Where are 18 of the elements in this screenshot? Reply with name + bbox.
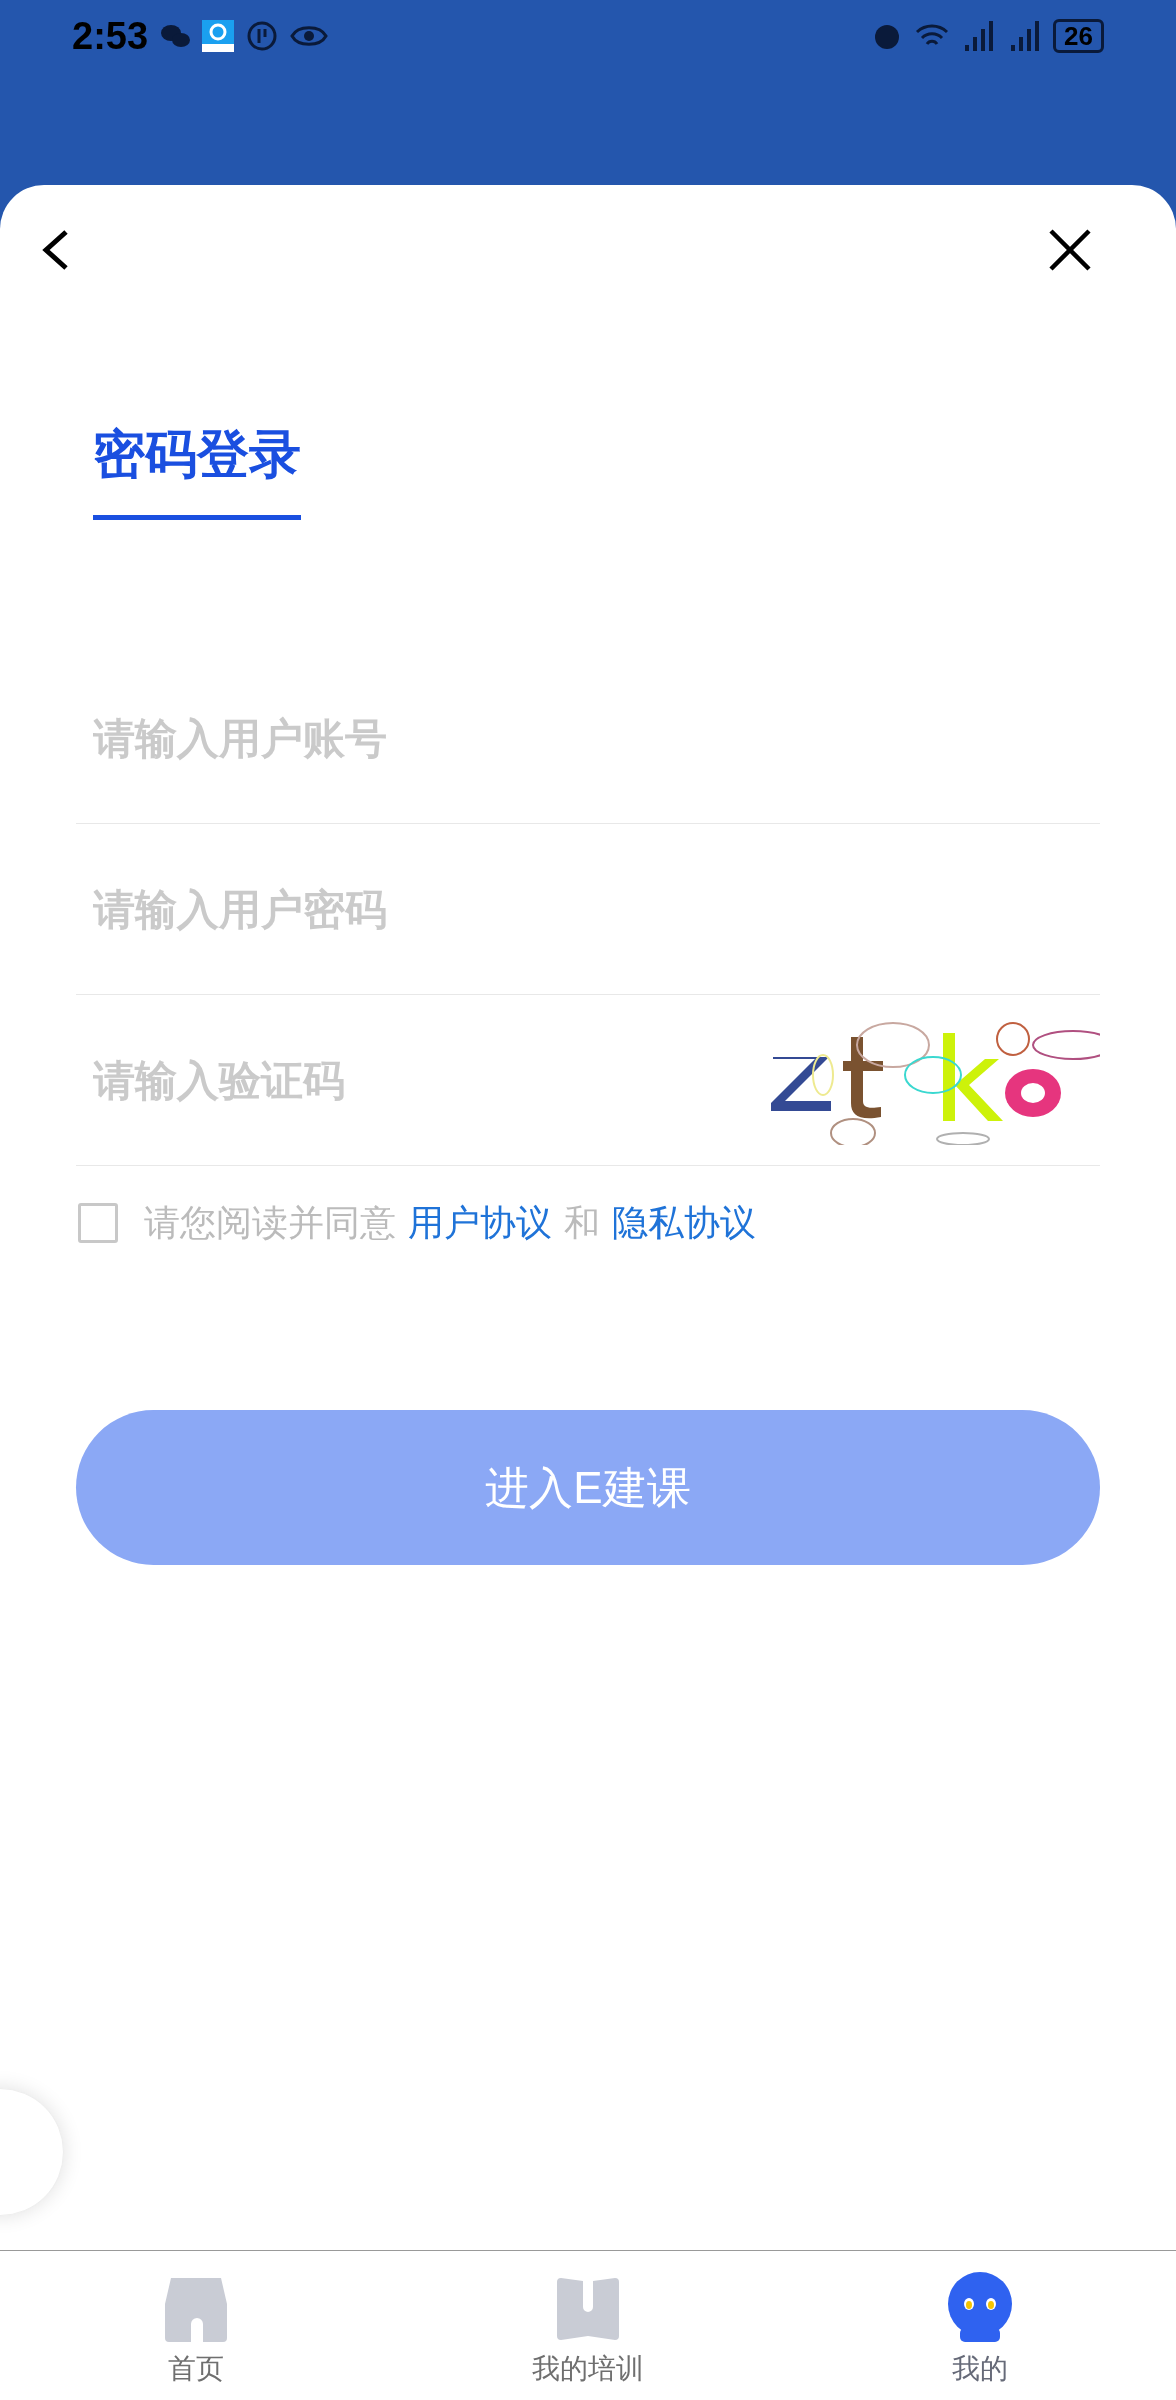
nav-tab[interactable]: 我的培训 [392,2251,784,2400]
login-tab[interactable]: 密码登录 [93,415,301,520]
agreement-text: 请您阅读并同意 [144,1201,396,1245]
house-icon [163,2278,229,2342]
close-icon[interactable] [1048,228,1092,272]
eye-icon [290,23,329,49]
mascot-icon [946,2272,1014,2342]
agreement-joiner: 和 [564,1201,600,1245]
nav-tab[interactable]: 我的 [784,2251,1176,2400]
status-time: 2:53 [72,13,149,59]
nav-tab[interactable]: 首页 [0,2251,392,2400]
agree-checkbox[interactable] [78,1203,118,1243]
book-icon [555,2278,621,2342]
user-agreement-link[interactable]: 用户协议 [408,1196,552,1250]
privacy-policy-link[interactable]: 隐私协议 [612,1196,756,1250]
chat-icon [160,23,191,49]
battery-indicator: 26 [1053,19,1104,53]
app-icon [202,20,235,52]
